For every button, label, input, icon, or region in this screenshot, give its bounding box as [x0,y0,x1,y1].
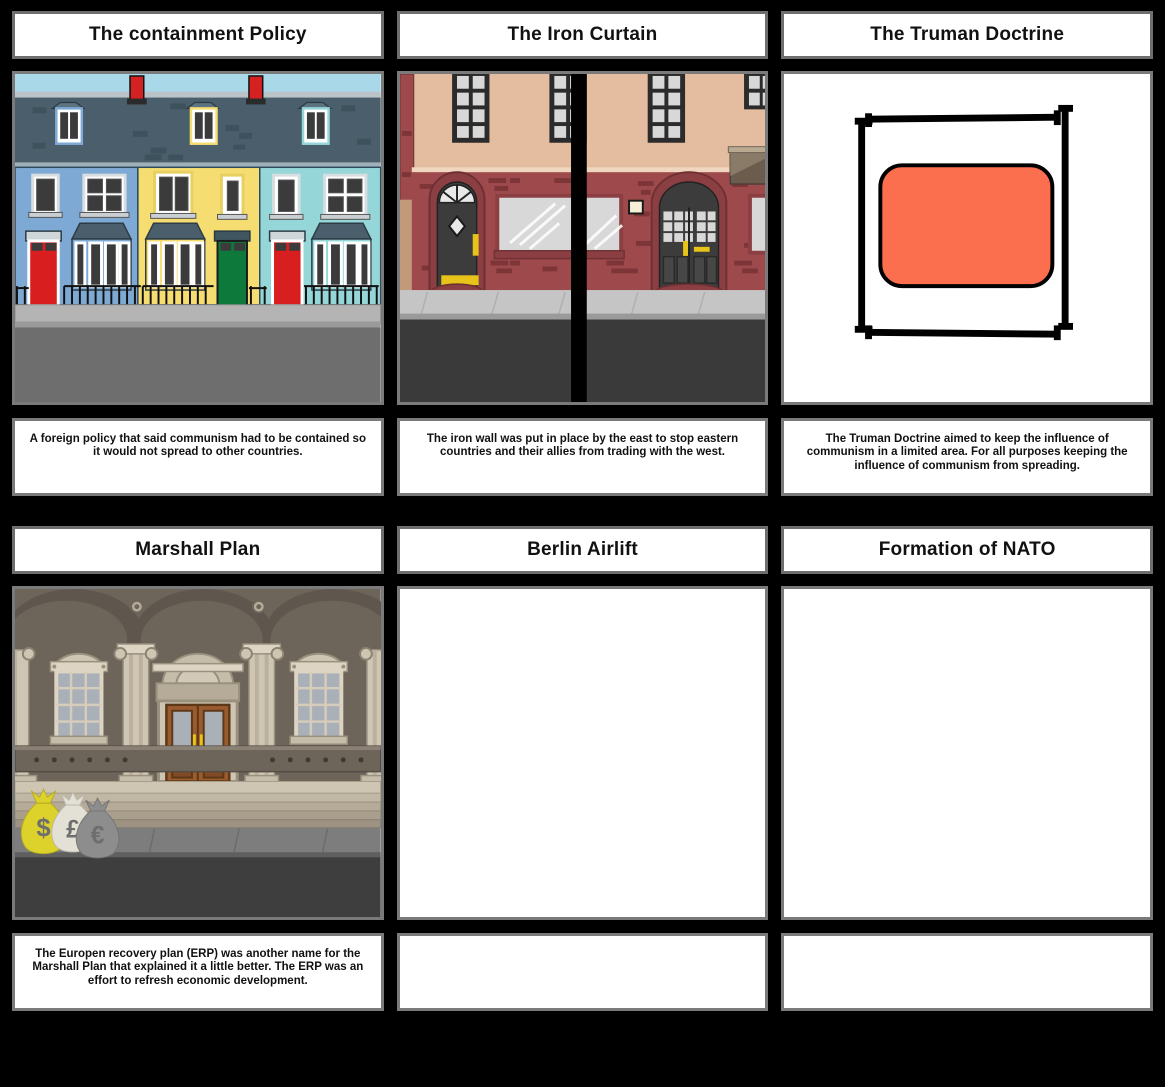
panel-title-card[interactable]: The Iron Curtain [396,11,769,59]
panel-illustration-empty[interactable] [781,586,1154,920]
svg-text:€: € [91,822,105,849]
storyboard-cell-berlin-airlift[interactable]: Berlin Airlift [396,526,769,1011]
panel-caption: A foreign policy that said communism had… [29,433,366,459]
panel-caption: The iron wall was put in place by the ea… [426,433,739,459]
panel-title-card[interactable]: Marshall Plan [12,526,384,574]
panel-caption: The Europen recovery plan (ERP) was anot… [32,948,364,987]
terraced-houses-scene [15,74,381,402]
panel-title: The Truman Doctrine [870,23,1065,45]
panel-title: Marshall Plan [135,538,261,560]
panel-title: The Iron Curtain [507,23,658,45]
panel-title-card[interactable]: The Truman Doctrine [781,11,1154,59]
panel-caption-card[interactable]: The Europen recovery plan (ERP) was anot… [12,933,384,1011]
panel-caption-card[interactable] [781,933,1154,1011]
storyboard-cell-containment-policy[interactable]: The containment Policy A foreign policy … [12,11,384,496]
storyboard-cell-marshall-plan[interactable]: Marshall Plan $ £ € The Europen recovery… [12,526,384,1011]
panel-caption-card[interactable] [396,933,769,1011]
panel-title-card[interactable]: Formation of NATO [781,526,1154,574]
panel-title-card[interactable]: Berlin Airlift [396,526,769,574]
panel-illustration-containment-frame[interactable] [781,71,1154,405]
row-spacer [12,496,1153,526]
storyboard-cell-formation-of-nato[interactable]: Formation of NATO [781,526,1154,1011]
svg-text:$: $ [36,814,50,842]
storyboard-row-2: Marshall Plan $ £ € The Europen recovery… [12,526,1154,1011]
panel-title: Berlin Airlift [527,538,638,560]
panel-illustration-empty[interactable] [396,586,769,920]
brick-shopfront-scene [399,74,766,402]
panel-caption-card[interactable]: The iron wall was put in place by the ea… [396,418,769,496]
storyboard-cell-truman-doctrine[interactable]: The Truman Doctrine The Truman Doctrine … [781,11,1154,496]
panel-illustration-bank-building[interactable]: $ £ € [12,586,384,920]
bracket-frame-with-orange-rectangle [784,74,1151,402]
storyboard: The containment Policy A foreign policy … [0,0,1165,1087]
panel-illustration-terraced-houses[interactable] [12,71,384,405]
panel-title: Formation of NATO [878,538,1056,560]
classical-bank-with-money-bags: $ £ € [15,589,381,917]
storyboard-row-1: The containment Policy A foreign policy … [12,11,1154,496]
panel-caption: The Truman Doctrine aimed to keep the in… [806,433,1128,472]
panel-caption-card[interactable]: The Truman Doctrine aimed to keep the in… [781,418,1154,496]
storyboard-cell-iron-curtain[interactable]: The Iron Curtain The iron wall was put i… [396,11,769,496]
panel-title-card[interactable]: The containment Policy [12,11,384,59]
panel-title: The containment Policy [89,23,307,45]
panel-illustration-iron-curtain-street[interactable] [396,71,769,405]
panel-caption-card[interactable]: A foreign policy that said communism had… [12,418,384,496]
